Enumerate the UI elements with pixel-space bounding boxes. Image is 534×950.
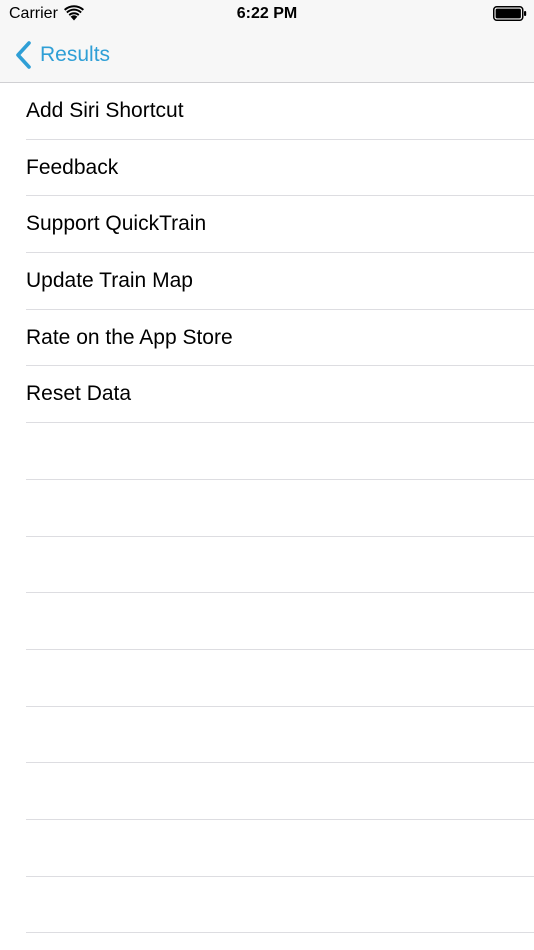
list-item-label: Feedback bbox=[26, 155, 119, 179]
empty-row bbox=[0, 763, 534, 820]
list-item-add-siri-shortcut[interactable]: Add Siri Shortcut bbox=[0, 83, 534, 140]
empty-row bbox=[0, 650, 534, 707]
empty-row bbox=[0, 593, 534, 650]
empty-row bbox=[0, 480, 534, 537]
empty-row bbox=[0, 707, 534, 764]
status-bar: Carrier 6:22 PM bbox=[0, 0, 534, 30]
status-time: 6:22 PM bbox=[236, 5, 298, 22]
settings-list: Add Siri Shortcut Feedback Support Quick… bbox=[0, 83, 534, 934]
empty-row bbox=[0, 820, 534, 877]
list-item-feedback[interactable]: Feedback bbox=[0, 140, 534, 197]
back-button[interactable]: Results bbox=[14, 38, 110, 72]
chevron-left-icon bbox=[16, 41, 31, 69]
back-button-label: Results bbox=[40, 43, 111, 66]
list-item-support-quicktrain[interactable]: Support QuickTrain bbox=[0, 196, 534, 253]
battery-icon bbox=[493, 6, 527, 21]
list-item-label: Add Siri Shortcut bbox=[26, 99, 184, 122]
settings-screen: Carrier 6:22 PM Results Add Siri Shortcu… bbox=[0, 0, 534, 950]
list-item-label: Support QuickTrain bbox=[26, 212, 207, 236]
empty-row bbox=[0, 423, 534, 480]
list-item-label: Reset Data bbox=[26, 382, 132, 406]
empty-row bbox=[0, 537, 534, 594]
empty-row bbox=[0, 877, 534, 934]
list-item-update-train-map[interactable]: Update Train Map bbox=[0, 253, 534, 310]
list-item-label: Rate on the App Store bbox=[26, 325, 233, 349]
list-item-reset-data[interactable]: Reset Data bbox=[0, 366, 534, 423]
list-item-rate-app-store[interactable]: Rate on the App Store bbox=[0, 310, 534, 367]
list-item-label: Update Train Map bbox=[26, 269, 193, 293]
navigation-bar: Results bbox=[0, 30, 534, 83]
